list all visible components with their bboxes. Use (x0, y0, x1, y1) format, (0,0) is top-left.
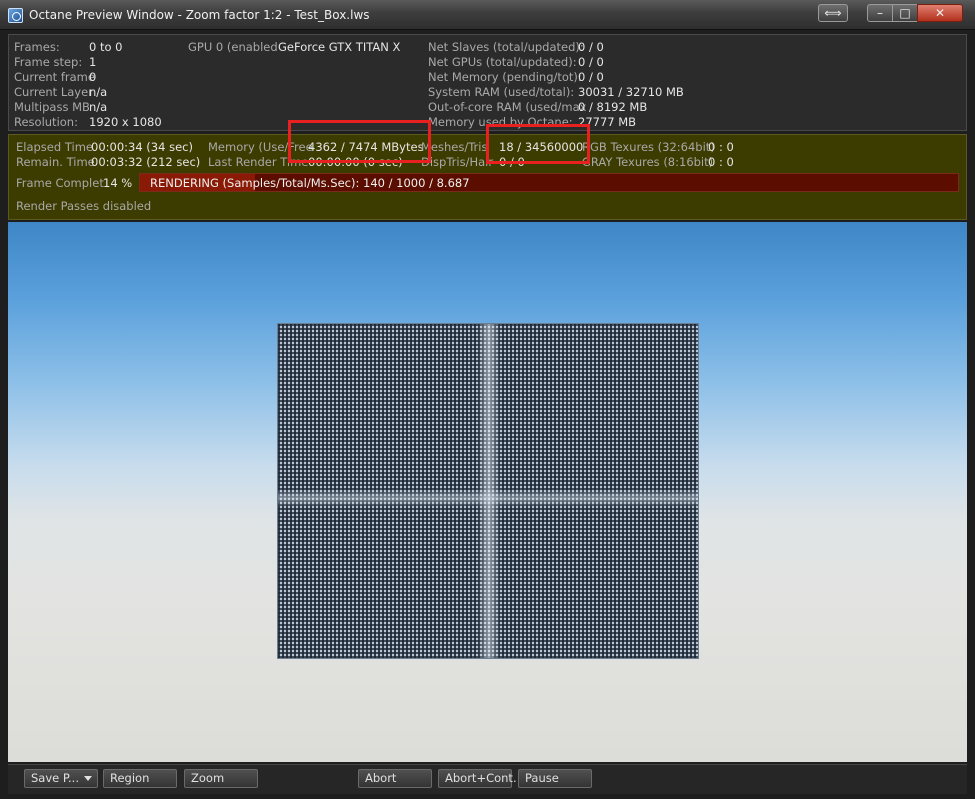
system-ram-label: System RAM (used/total): (428, 85, 575, 99)
current-frame-label: Current frame (14, 70, 95, 84)
remain-value: 00:03:32 (212 sec) (91, 155, 201, 169)
ooc-ram-value: 0 / 8192 MB (578, 100, 648, 114)
memory-highlight-box (288, 120, 431, 163)
maximize-button[interactable]: □ (892, 4, 918, 22)
pause-button[interactable]: Pause (518, 769, 592, 788)
render-progress-bar: RENDERING (Samples/Total/Ms.Sec): 140 / … (139, 173, 959, 192)
zoom-button[interactable]: Zoom (184, 769, 258, 788)
frame-complete-label: Frame Complet (16, 176, 104, 190)
elapsed-value: 00:00:34 (34 sec) (91, 140, 193, 154)
remain-label: Remain. Time (16, 155, 95, 169)
net-memory-label: Net Memory (pending/tot): (428, 70, 582, 84)
render-viewport[interactable] (8, 222, 967, 762)
net-memory-value: 0 / 0 (578, 70, 604, 84)
save-button-label: Save P... (31, 771, 79, 785)
gpu-value: GeForce GTX TITAN X (278, 40, 401, 54)
resolution-value: 1920 x 1080 (89, 115, 162, 129)
region-button[interactable]: Region (103, 769, 177, 788)
disp-label: DispTris/Hair (421, 155, 494, 169)
close-icon: ✕ (934, 6, 946, 20)
bottom-toolbar: Save P... Region Zoom Abort Abort+Cont. … (8, 764, 967, 794)
system-ram-value: 30031 / 32710 MB (578, 85, 684, 99)
current-frame-value: 0 (89, 70, 97, 84)
multipass-value: n/a (89, 100, 108, 114)
double-arrow-icon: ⟺ (824, 6, 842, 20)
render-info-panel: Frames: 0 to 0 Frame step: 1 Current fra… (8, 34, 967, 131)
tris-highlight-box (486, 124, 590, 164)
net-gpus-label: Net GPUs (total/updated): (428, 55, 577, 69)
net-gpus-value: 0 / 0 (578, 55, 604, 69)
render-progress-text: RENDERING (Samples/Total/Ms.Sec): 140 / … (150, 176, 470, 190)
net-slaves-value: 0 / 0 (578, 40, 604, 54)
frame-step-label: Frame step: (14, 55, 83, 69)
current-layer-value: n/a (89, 85, 108, 99)
minimize-button[interactable]: – (867, 4, 893, 22)
gpu-label: GPU 0 (enabled (188, 40, 278, 54)
gray-textures-label: GRAY Texures (8:16bit) (582, 155, 714, 169)
abort-continue-button[interactable]: Abort+Cont. (438, 769, 517, 788)
grid-seam-horizontal (278, 489, 698, 507)
save-dropdown-button[interactable]: Save P... (24, 769, 98, 788)
render-passes-status: Render Passes disabled (16, 199, 152, 213)
octane-app-icon (8, 8, 23, 23)
gray-textures-value: 0 : 0 (708, 155, 734, 169)
elapsed-label: Elapsed Time (16, 140, 93, 154)
frame-complete-value: 14 % (103, 176, 133, 190)
abort-button[interactable]: Abort (358, 769, 432, 788)
title-bar[interactable]: Octane Preview Window - Zoom factor 1:2 … (0, 0, 975, 30)
window-title: Octane Preview Window - Zoom factor 1:2 … (29, 8, 370, 22)
frame-step-value: 1 (89, 55, 97, 69)
rendered-grid-object (277, 323, 699, 659)
frames-value: 0 to 0 (89, 40, 123, 54)
rgb-textures-label: RGB Texures (32:64bit) (582, 140, 715, 154)
minimize-icon: – (877, 6, 883, 20)
chevron-down-icon (84, 776, 92, 781)
maximize-icon: □ (899, 6, 911, 20)
ooc-ram-label: Out-of-core RAM (used/max (428, 100, 587, 114)
multipass-label: Multipass MB (14, 100, 90, 114)
frames-label: Frames: (14, 40, 60, 54)
rgb-textures-value: 0 : 0 (708, 140, 734, 154)
net-slaves-label: Net Slaves (total/updated): (428, 40, 584, 54)
resize-button[interactable]: ⟺ (818, 4, 848, 22)
resolution-label: Resolution: (14, 115, 78, 129)
close-button[interactable]: ✕ (917, 4, 963, 22)
current-layer-label: Current Layer (14, 85, 93, 99)
